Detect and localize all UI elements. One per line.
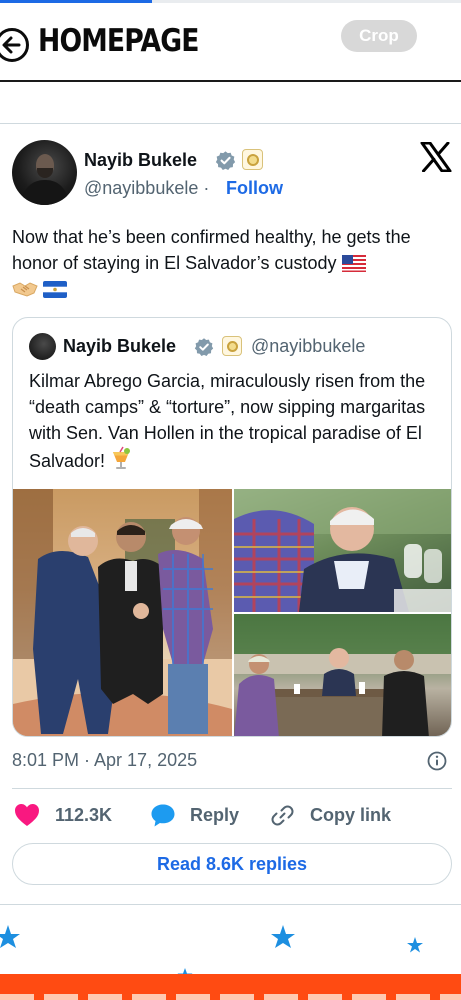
quoted-photo-grid[interactable] <box>13 489 451 736</box>
quoted-author-name: Nayib Bukele <box>63 336 177 356</box>
page-header: HOMEPAGE Crop <box>0 3 461 82</box>
copy-link-button[interactable]: Copy link <box>310 805 391 826</box>
crop-button[interactable]: Crop <box>341 20 417 52</box>
divider <box>12 788 452 789</box>
author-name[interactable]: Nayib Bukele <box>84 150 197 171</box>
x-logo-icon[interactable] <box>420 142 452 172</box>
star-icon <box>0 925 20 948</box>
star-icon <box>407 937 423 953</box>
quoted-handle: @nayibbukele <box>251 336 366 356</box>
handshake-icon <box>12 282 38 297</box>
tweet-text: Now that he’s been confirmed healthy, he… <box>12 224 452 302</box>
photo-dining-table[interactable] <box>234 614 451 736</box>
tweet-timestamp[interactable]: 8:01 PM · Apr 17, 2025 <box>12 750 197 771</box>
back-arrow-icon[interactable] <box>0 27 30 63</box>
star-icon <box>271 925 295 948</box>
quoted-avatar <box>29 333 56 360</box>
like-count[interactable]: 112.3K <box>55 805 112 826</box>
quoted-body: Kilmar Abrego Garcia, miraculously risen… <box>29 371 426 471</box>
author-handle[interactable]: @nayibbukele · <box>84 178 209 199</box>
tropical-drink-icon <box>113 446 131 469</box>
verified-badge-icon <box>215 151 236 170</box>
read-replies-button[interactable]: Read 8.6K replies <box>12 843 452 885</box>
government-affiliation-icon <box>222 336 242 356</box>
follow-link[interactable]: Follow <box>226 178 283 199</box>
el-salvador-flag-icon <box>43 281 68 298</box>
photo-conversation[interactable] <box>234 489 451 612</box>
tweet-actions: 112.3K Reply Copy link <box>0 794 461 836</box>
photo-handshake[interactable] <box>13 489 232 736</box>
quoted-tweet[interactable]: Nayib Bukele @nayibbukele Kilmar Abrego … <box>12 317 452 737</box>
quoted-text: Kilmar Abrego Garcia, miraculously risen… <box>29 368 439 474</box>
reply-button[interactable]: Reply <box>190 805 239 826</box>
heart-icon[interactable] <box>14 803 40 827</box>
page-title: HOMEPAGE <box>38 23 200 59</box>
handle-separator: · <box>203 178 210 198</box>
info-icon[interactable] <box>427 751 447 771</box>
government-affiliation-icon <box>242 149 263 170</box>
orange-banner <box>0 974 461 1000</box>
avatar[interactable] <box>12 140 77 205</box>
handle-text: @nayibbukele <box>84 178 199 198</box>
embedded-tweet[interactable]: Nayib Bukele @nayibbukele · Follow Now t… <box>0 123 461 905</box>
link-icon[interactable] <box>270 803 295 828</box>
verified-badge-icon <box>194 338 214 356</box>
us-flag-icon <box>341 255 366 272</box>
reply-bubble-icon[interactable] <box>150 803 176 828</box>
